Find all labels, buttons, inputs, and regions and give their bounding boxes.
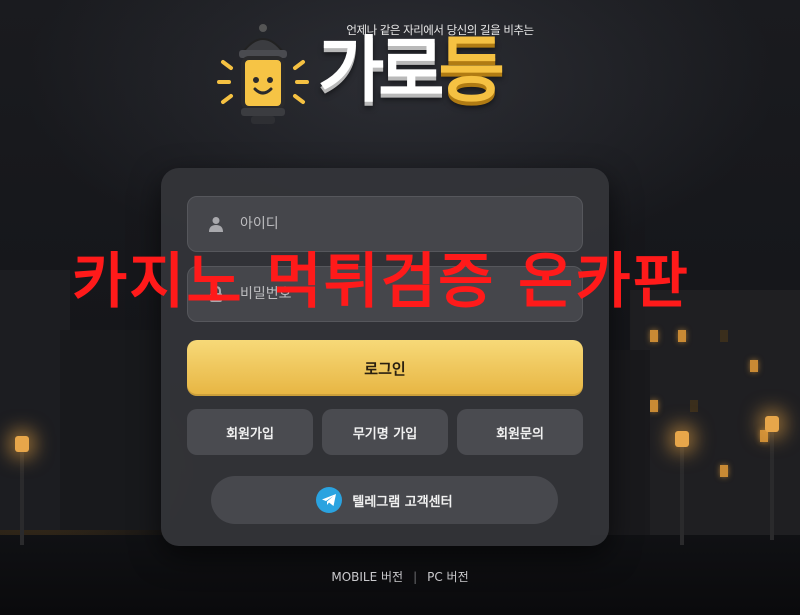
- telegram-icon: [316, 487, 343, 513]
- street-lamp-far-right: [765, 416, 779, 540]
- logo-part-1: 가로: [318, 28, 445, 112]
- telegram-label: 텔레그램 고객센터: [352, 494, 453, 510]
- building-right: [630, 290, 800, 540]
- footer: MOBILE 버전 | PC 버전: [0, 568, 800, 585]
- building-left-2: [60, 330, 170, 530]
- footer-separator: |: [413, 570, 418, 584]
- login-button[interactable]: 로그인: [187, 340, 583, 396]
- lantern-mascot-icon: [217, 24, 309, 124]
- anonymous-signup-button[interactable]: 무기명 가입: [322, 409, 448, 455]
- brand-logo: 가로등: [318, 34, 505, 106]
- street-lamp-right: [675, 431, 689, 545]
- signup-button[interactable]: 회원가입: [187, 409, 313, 455]
- mobile-version-link[interactable]: MOBILE 버전: [331, 570, 403, 584]
- user-icon: [206, 214, 226, 234]
- login-card: 로그인 회원가입 무기명 가입 회원문의 텔레그램 고객센터: [161, 168, 609, 546]
- telegram-support-button[interactable]: 텔레그램 고객센터: [211, 476, 558, 524]
- member-inquiry-button[interactable]: 회원문의: [457, 409, 583, 455]
- overlay-watermark-text: 카지노 먹튀검증 온카판: [72, 247, 690, 317]
- id-input[interactable]: [240, 216, 560, 232]
- street-lamp-left: [15, 436, 29, 545]
- id-field[interactable]: [187, 196, 583, 252]
- logo-part-2: 등: [438, 28, 504, 112]
- pc-version-link[interactable]: PC 버전: [427, 570, 469, 584]
